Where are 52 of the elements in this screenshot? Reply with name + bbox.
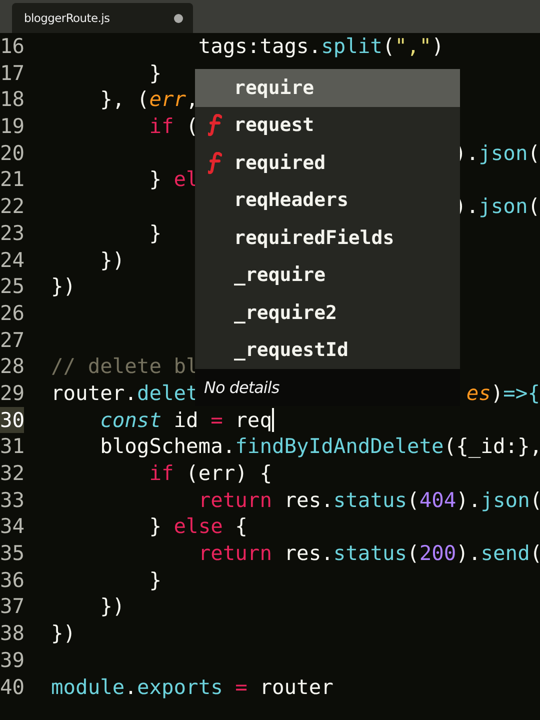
line-number: 27 [0,326,24,354]
code-text: router.delet [51,380,198,407]
line-number: 35 [0,540,24,567]
code-text: tags:tags.split(",") [198,33,444,60]
line-number: 17 [0,60,24,86]
line-number: 40 [0,674,24,700]
line-number: 25 [0,273,24,300]
file-tab[interactable]: bloggerRoute.js [12,3,193,33]
line-number: 23 [0,220,24,246]
code-text: }) [51,273,76,300]
line-number: 39 [0,646,24,674]
code-text: module.exports = router [51,674,334,700]
text-cursor [272,408,274,432]
line-number: 28 [0,353,24,380]
suggestion-item[interactable]: require [195,69,460,106]
line-number: 24 [0,246,24,274]
code-text: return res.status(404).json( [198,486,540,514]
line-number: 26 [0,300,24,327]
code-text: es)=>{ [466,380,540,407]
line-number: 29 [0,380,24,407]
code-text: const id = req [100,406,272,434]
code-text: } [149,566,162,594]
code-text: } [149,220,162,247]
function-icon [208,114,222,136]
line-number: 34 [0,513,24,540]
line-number: 19 [0,113,24,140]
line-number: 22 [0,193,24,220]
code-text: return res.status(200).send( [198,540,540,567]
line-number: 37 [0,593,24,620]
code-text: }) [100,593,125,620]
code-text: } else { [149,513,248,540]
line-number: 21 [0,166,24,194]
line-number: 38 [0,620,24,647]
line-number: 30 [0,406,24,434]
function-icon [208,152,222,174]
line-number: 36 [0,566,24,594]
line-number: 33 [0,486,24,514]
code-text: }) [51,620,76,647]
suggestion-item[interactable]: _require2 [195,294,460,332]
line-number: 20 [0,140,24,166]
code-text: } [149,60,162,86]
code-text: blogSchema.findByIdAndDelete({_id:}, [100,433,540,460]
line-number: 31 [0,433,24,460]
suggestion-item[interactable]: requiredFields [195,219,460,256]
line-number: 16 [0,33,24,60]
line-number: 32 [0,460,24,487]
modified-dot-icon[interactable] [174,14,183,22]
suggestion-item[interactable]: _require [195,256,460,294]
code-text: if (err) { [149,460,272,487]
details-text: No details [204,378,280,397]
code-text: }) [100,246,125,274]
line-number: 18 [0,86,24,114]
